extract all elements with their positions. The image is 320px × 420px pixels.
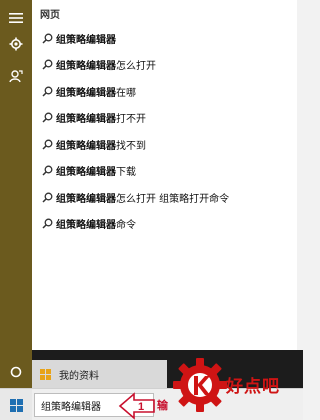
- suggestion-rest: 下载: [116, 167, 136, 179]
- cortana-circle-icon[interactable]: [0, 355, 32, 388]
- search-suggestion[interactable]: 组策略编辑器怎么打开 组策略打开命令: [32, 184, 297, 211]
- search-suggestion[interactable]: 组策略编辑器怎么打开: [32, 52, 297, 79]
- my-stuff-label: 我的资料: [59, 370, 99, 382]
- suggestion-bold: 组策略编辑器: [56, 114, 116, 126]
- suggestion-rest: 怎么打开: [116, 61, 156, 73]
- search-suggestion[interactable]: 组策略编辑器打不开: [32, 105, 297, 132]
- search-suggestion[interactable]: 组策略编辑器下载: [32, 158, 297, 185]
- windows-start-icon: [9, 398, 23, 412]
- search-suggestion[interactable]: 组策略编辑器命令: [32, 211, 297, 238]
- web-results-list: 组策略编辑器 组策略编辑器怎么打开 组策略编辑器在哪 组策略编辑器打不开 组策略…: [32, 25, 297, 237]
- gear-icon[interactable]: [0, 28, 32, 60]
- search-icon: [32, 86, 56, 97]
- suggestion-rest: 在哪: [116, 87, 136, 99]
- watermark-text: 好点吧: [226, 377, 280, 397]
- search-icon: [32, 112, 56, 123]
- suggestion-bold: 组策略编辑器: [56, 34, 116, 46]
- search-suggestion[interactable]: 组策略编辑器在哪: [32, 78, 297, 105]
- suggestion-bold: 组策略编辑器: [56, 61, 116, 73]
- suggestion-bold: 组策略编辑器: [56, 193, 116, 205]
- search-icon: [32, 165, 56, 176]
- start-menu-rail: [0, 0, 32, 388]
- search-suggestion[interactable]: 组策略编辑器: [32, 25, 297, 52]
- search-icon: [32, 139, 56, 150]
- suggestion-bold: 组策略编辑器: [56, 87, 116, 99]
- suggestion-bold: 组策略编辑器: [56, 140, 116, 152]
- annotation-text: 输: [157, 399, 168, 412]
- suggestion-bold: 组策略编辑器: [56, 167, 116, 179]
- step-arrow-icon: 1: [118, 392, 155, 420]
- section-title-web: 网页: [40, 10, 60, 21]
- search-results-panel: 网页 组策略编辑器 组策略编辑器怎么打开 组策略编辑器在哪 组策略编辑器打不开 …: [32, 0, 297, 350]
- suggestion-rest: 打不开: [116, 114, 146, 126]
- my-stuff-button[interactable]: 我的资料: [32, 360, 167, 388]
- windows-logo-icon: [40, 365, 51, 384]
- search-icon: [32, 192, 56, 203]
- suggestion-rest: 怎么打开 组策略打开命令: [116, 193, 230, 205]
- suggestion-rest: 找不到: [116, 140, 146, 152]
- start-button[interactable]: [0, 389, 32, 420]
- suggestion-bold: 组策略编辑器: [56, 220, 116, 232]
- search-icon: [32, 218, 56, 229]
- search-suggestion[interactable]: 组策略编辑器找不到: [32, 131, 297, 158]
- suggestion-rest: 命令: [116, 220, 136, 232]
- step-number: 1: [138, 401, 144, 413]
- feedback-icon[interactable]: [0, 60, 32, 92]
- search-icon: [32, 33, 56, 44]
- search-icon: [32, 59, 56, 70]
